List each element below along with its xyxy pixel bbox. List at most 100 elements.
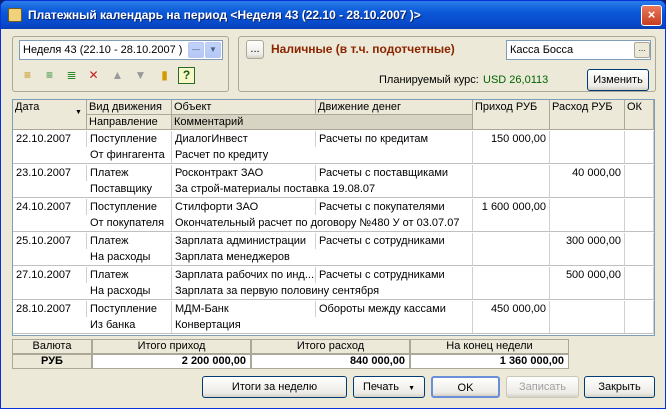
header-ok[interactable]: ОК (625, 100, 654, 130)
close-button[interactable]: Закрыть (584, 376, 655, 398)
cell-date[interactable]: 22.10.2007 (13, 131, 87, 147)
cell-expense[interactable]: 300 000,00 (550, 233, 625, 249)
cell-income[interactable] (473, 165, 550, 181)
cell-income[interactable] (473, 267, 550, 283)
cell-object[interactable]: Росконтракт ЗАО (172, 165, 316, 181)
cell-object[interactable]: Зарплата рабочих по инд... (172, 267, 316, 283)
cell-comment[interactable]: За строй-материалы поставка 19.08.07 (172, 181, 473, 197)
cell-cashflow[interactable]: Расчеты с сотрудниками (316, 233, 473, 249)
table-row[interactable]: 27.10.2007 Платеж Зарплата рабочих по инд.… (13, 267, 654, 300)
ok-button[interactable]: OK (431, 376, 500, 398)
change-rate-button[interactable]: Изменить (587, 69, 649, 91)
header-comment[interactable]: Комментарий (172, 115, 473, 130)
cell-direction[interactable]: От покупателя (87, 215, 172, 231)
cell-movement[interactable]: Поступление (87, 301, 172, 317)
cell-comment[interactable]: Окончательный расчет по договору №480 У … (172, 215, 473, 231)
table-row[interactable]: 23.10.2007 Платеж Росконтракт ЗАО Расчеты с… (13, 165, 654, 198)
clear-period-icon[interactable]: — (188, 42, 204, 58)
cell-date[interactable]: 24.10.2007 (13, 199, 87, 215)
cell-ok[interactable] (625, 267, 654, 283)
cell-movement[interactable]: Поступление (87, 199, 172, 215)
cell-object[interactable]: Стилфорти ЗАО (172, 199, 316, 215)
header-cashflow[interactable]: Движение денег (316, 100, 473, 115)
cell-expense[interactable] (550, 131, 625, 147)
help-icon[interactable]: ? (178, 67, 195, 84)
cell-comment[interactable]: Зарплата за первую половину сентября (172, 283, 473, 299)
cell-date[interactable]: 28.10.2007 (13, 301, 87, 317)
cell-spacer (473, 181, 550, 197)
rate-label: Планируемый курс: (379, 74, 479, 86)
cell-object[interactable]: ДиалогИнвест (172, 131, 316, 147)
cell-spacer (550, 317, 625, 333)
header-direction[interactable]: Направление (87, 115, 172, 130)
cell-income[interactable]: 1 600 000,00 (473, 199, 550, 215)
save-button[interactable]: Записать (506, 376, 579, 398)
cell-comment[interactable]: Расчет по кредиту (172, 147, 473, 163)
cell-date[interactable]: 27.10.2007 (13, 267, 87, 283)
cell-direction[interactable]: На расходы (87, 249, 172, 265)
period-select[interactable]: Неделя 43 (22.10 - 28.10.2007 ) — ▼ (19, 40, 223, 60)
table-row[interactable]: 22.10.2007 Поступление ДиалогИнвест Расчеты… (13, 131, 654, 164)
cell-expense[interactable]: 500 000,00 (550, 267, 625, 283)
add-row-icon[interactable]: ≡ (19, 67, 36, 84)
sort-icon[interactable]: ▮ (156, 67, 173, 84)
cell-ok[interactable] (625, 131, 654, 147)
cell-expense[interactable]: 40 000,00 (550, 165, 625, 181)
header-expense[interactable]: Расход РУБ (550, 100, 625, 130)
print-button[interactable]: Печать ▼ (353, 376, 425, 398)
cell-object[interactable]: Зарплата администрации (172, 233, 316, 249)
cell-direction[interactable]: На расходы (87, 283, 172, 299)
week-totals-button[interactable]: Итоги за неделю (202, 376, 347, 398)
table-row[interactable]: 28.10.2007 Поступление МДМ-Банк Обороты меж… (13, 301, 654, 334)
move-up-icon[interactable]: ▲ (109, 67, 126, 84)
edit-row-icon[interactable]: ≣ (63, 67, 80, 84)
cell-ok[interactable] (625, 165, 654, 181)
cell-spacer (625, 147, 654, 163)
totals-expense: 840 000,00 (251, 354, 410, 369)
cell-comment[interactable]: Зарплата менеджеров (172, 249, 473, 265)
cell-ok[interactable] (625, 199, 654, 215)
cell-direction[interactable]: Поставщику (87, 181, 172, 197)
cell-date[interactable]: 25.10.2007 (13, 233, 87, 249)
cash-register-field[interactable]: Касса Босса ... (506, 40, 651, 60)
cell-cashflow[interactable]: Расчеты по кредитам (316, 131, 473, 147)
table-row[interactable]: 24.10.2007 Поступление Стилфорти ЗАО Расчет… (13, 199, 654, 232)
move-down-icon[interactable]: ▼ (132, 67, 149, 84)
close-window-button[interactable]: × (641, 5, 662, 26)
cell-spacer (550, 147, 625, 163)
cell-movement[interactable]: Платеж (87, 267, 172, 283)
table-row[interactable]: 25.10.2007 Платеж Зарплата администрации Ра… (13, 233, 654, 266)
totals-currency-label: Валюта (12, 339, 92, 354)
cell-comment[interactable]: Конвертация (172, 317, 473, 333)
add-copy-icon[interactable]: ≡ (41, 67, 58, 84)
cell-cashflow[interactable]: Обороты между кассами (316, 301, 473, 317)
cell-cashflow[interactable]: Расчеты с покупателями (316, 199, 473, 215)
header-income[interactable]: Приход РУБ (473, 100, 550, 130)
cell-ok[interactable] (625, 301, 654, 317)
select-cash-type-button[interactable]: ... (246, 40, 264, 59)
delete-row-icon[interactable]: ✕ (85, 67, 102, 84)
cell-expense[interactable] (550, 301, 625, 317)
payments-table[interactable]: Дата ▼ Вид движения Объект Движение дене… (12, 99, 655, 336)
title-bar[interactable]: Платежный календарь на период <Неделя 43… (1, 1, 665, 29)
header-movement[interactable]: Вид движения (87, 100, 172, 115)
cell-income[interactable]: 450 000,00 (473, 301, 550, 317)
cell-object[interactable]: МДМ-Банк (172, 301, 316, 317)
chevron-down-icon[interactable]: ▼ (205, 42, 221, 58)
ellipsis-icon[interactable]: ... (634, 42, 650, 58)
cell-movement[interactable]: Платеж (87, 233, 172, 249)
cell-ok[interactable] (625, 233, 654, 249)
cell-movement[interactable]: Платеж (87, 165, 172, 181)
header-object[interactable]: Объект (172, 100, 316, 115)
cell-direction[interactable]: От фингагента (87, 147, 172, 163)
cell-expense[interactable] (550, 199, 625, 215)
cell-movement[interactable]: Поступление (87, 131, 172, 147)
cell-income[interactable] (473, 233, 550, 249)
cell-cashflow[interactable]: Расчеты с поставщиками (316, 165, 473, 181)
cell-cashflow[interactable]: Расчеты с сотрудниками (316, 267, 473, 283)
cell-direction[interactable]: Из банка (87, 317, 172, 333)
cell-income[interactable]: 150 000,00 (473, 131, 550, 147)
header-date[interactable]: Дата ▼ (13, 100, 87, 130)
cell-date[interactable]: 23.10.2007 (13, 165, 87, 181)
cell-spacer (473, 283, 550, 299)
